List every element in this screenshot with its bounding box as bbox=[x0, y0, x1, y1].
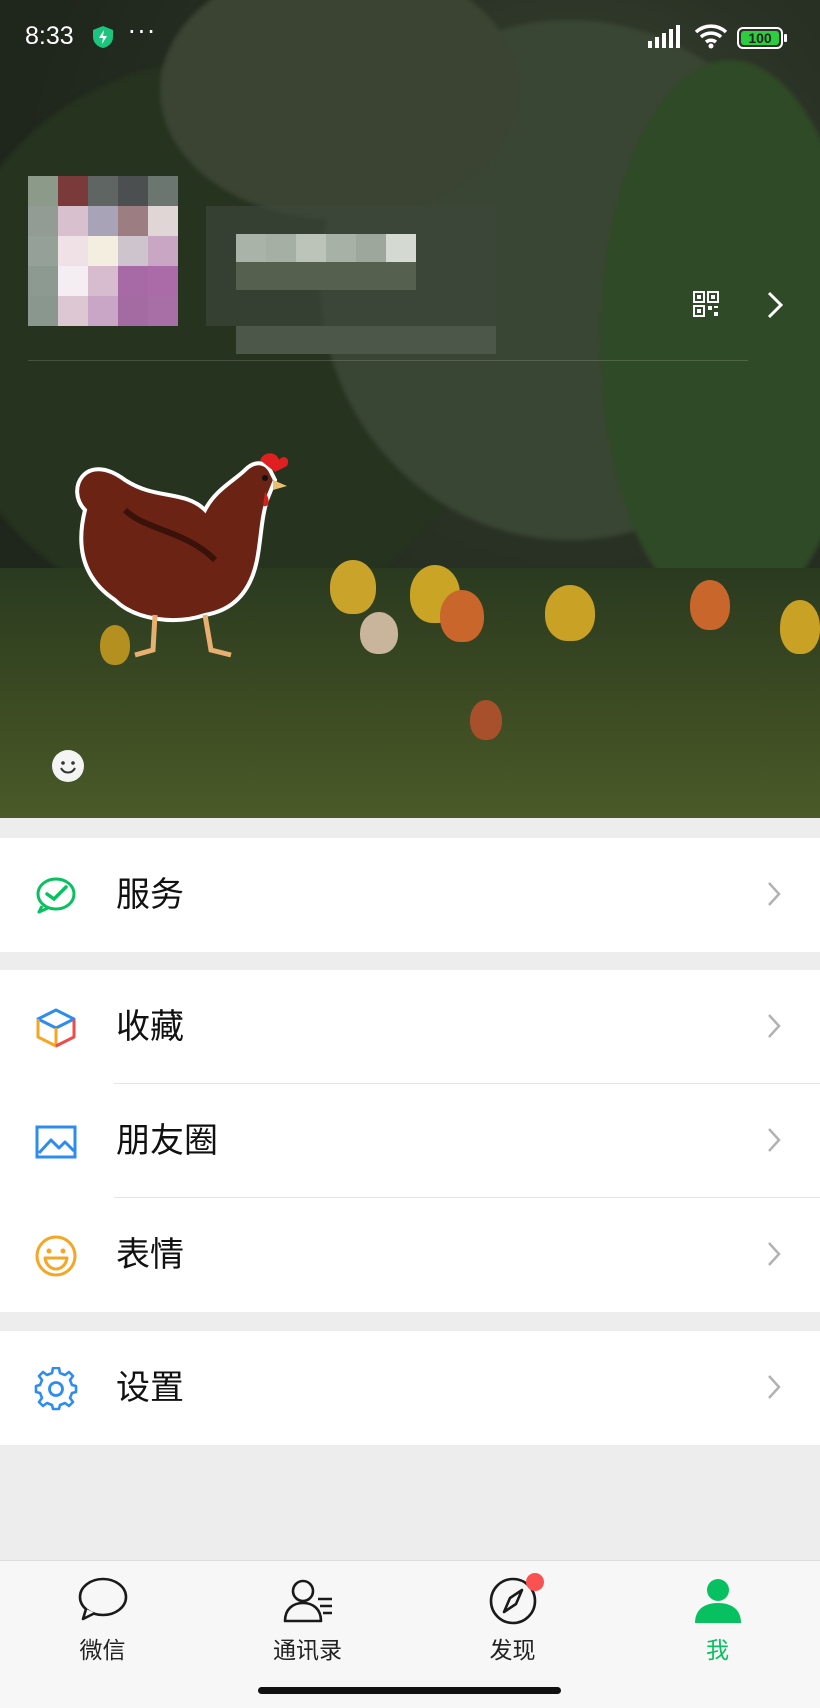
battery-icon: 100 bbox=[737, 27, 787, 49]
menu-item-settings[interactable]: 设置 bbox=[0, 1331, 820, 1445]
menu-group-settings: 设置 bbox=[0, 1331, 820, 1445]
status-bar: 8:33 ··· 100 bbox=[0, 0, 820, 74]
menu-label-favorites: 收藏 bbox=[116, 1007, 184, 1047]
tab-label-discover: 发现 bbox=[489, 1638, 536, 1664]
menu-label-settings: 设置 bbox=[116, 1368, 184, 1408]
qr-code-icon[interactable] bbox=[692, 290, 720, 318]
moments-picture-icon bbox=[35, 1125, 77, 1159]
battery-level: 100 bbox=[748, 30, 772, 46]
chat-bubble-icon bbox=[78, 1577, 128, 1621]
chevron-right-icon bbox=[768, 1128, 781, 1152]
tab-label-contacts: 通讯录 bbox=[273, 1638, 342, 1664]
chevron-right-icon bbox=[768, 882, 781, 906]
tab-chats[interactable]: 微信 bbox=[0, 1561, 205, 1681]
profile-chevron-right-icon[interactable] bbox=[766, 290, 784, 320]
tab-discover[interactable]: 发现 bbox=[410, 1561, 615, 1681]
contacts-icon bbox=[283, 1579, 332, 1623]
profile-divider bbox=[28, 360, 748, 361]
home-indicator bbox=[258, 1687, 561, 1694]
wechat-pay-check-icon bbox=[36, 877, 76, 914]
discover-notification-badge bbox=[526, 1573, 544, 1591]
avatar[interactable] bbox=[28, 176, 178, 326]
menu-item-services[interactable]: 服务 bbox=[0, 838, 820, 952]
menu-item-moments[interactable]: 朋友圈 bbox=[0, 1084, 820, 1198]
person-icon bbox=[695, 1579, 741, 1623]
chevron-right-icon bbox=[768, 1014, 781, 1038]
menu-label-moments: 朋友圈 bbox=[116, 1121, 218, 1161]
favorites-cube-icon bbox=[36, 1008, 76, 1048]
profile-header[interactable] bbox=[28, 176, 503, 356]
menu-group-services: 服务 bbox=[0, 838, 820, 952]
pixelated-profile-name bbox=[206, 206, 496, 354]
status-more-dots: ··· bbox=[128, 18, 157, 46]
chicken-sticker bbox=[75, 453, 289, 658]
chevron-right-icon bbox=[768, 1242, 781, 1266]
cell-signal-icon bbox=[648, 25, 680, 48]
wifi-icon bbox=[694, 24, 728, 49]
sticker-smile-icon bbox=[35, 1235, 77, 1277]
menu-label-stickers: 表情 bbox=[116, 1235, 184, 1275]
bottom-tab-bar: 微信 通讯录 发现 我 bbox=[0, 1560, 820, 1708]
chevron-right-icon bbox=[768, 1375, 781, 1399]
tab-me[interactable]: 我 bbox=[615, 1561, 820, 1681]
profile-cover-background bbox=[0, 0, 820, 818]
status-smile-icon[interactable] bbox=[52, 750, 84, 782]
status-time: 8:33 bbox=[25, 22, 74, 50]
tab-label-me: 我 bbox=[706, 1638, 729, 1664]
menu-item-favorites[interactable]: 收藏 bbox=[0, 970, 820, 1084]
settings-gear-icon bbox=[34, 1367, 78, 1411]
tab-contacts[interactable]: 通讯录 bbox=[205, 1561, 410, 1681]
security-shield-icon bbox=[93, 26, 113, 48]
menu-group-main: 收藏 朋友圈 表情 bbox=[0, 970, 820, 1312]
menu-label-services: 服务 bbox=[116, 875, 184, 915]
tab-label-chats: 微信 bbox=[79, 1638, 126, 1664]
menu-item-stickers[interactable]: 表情 bbox=[0, 1198, 820, 1312]
